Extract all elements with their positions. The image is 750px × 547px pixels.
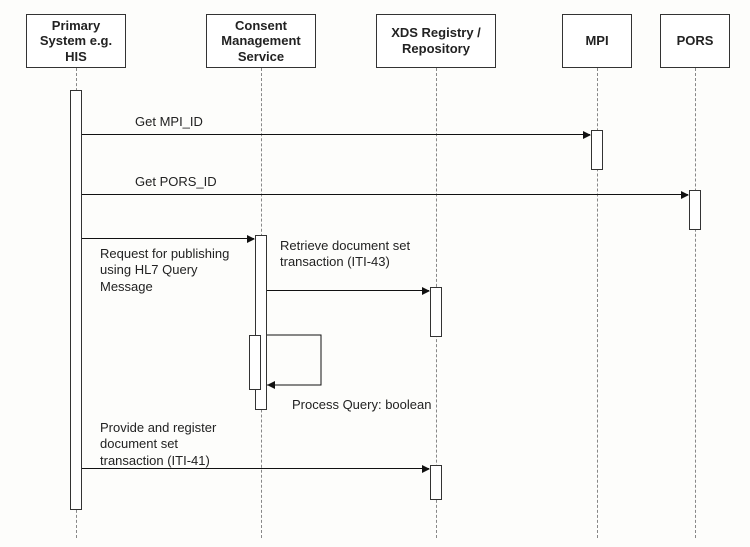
arrow-retrieve [267, 290, 429, 291]
actor-his-label: PrimarySystem e.g.HIS [40, 18, 112, 65]
actor-xds-label: XDS Registry /Repository [391, 25, 481, 56]
actor-mpi: MPI [562, 14, 632, 68]
activation-xds-1 [430, 287, 442, 337]
arrow-get-mpi [82, 134, 590, 135]
activation-pors [689, 190, 701, 230]
actor-xds: XDS Registry /Repository [376, 14, 496, 68]
actor-pors: PORS [660, 14, 730, 68]
lifeline-pors [695, 68, 696, 538]
label-publish: Request for publishingusing HL7 QueryMes… [100, 246, 250, 295]
sequence-diagram: PrimarySystem e.g.HIS ConsentManagementS… [0, 0, 750, 547]
arrow-provide [82, 468, 429, 469]
actor-mpi-label: MPI [585, 33, 608, 49]
label-process-query: Process Query: boolean [292, 397, 431, 413]
arrow-get-pors [82, 194, 688, 195]
arrow-publish [82, 238, 254, 239]
actor-cms: ConsentManagementService [206, 14, 316, 68]
activation-xds-2 [430, 465, 442, 500]
actor-cms-label: ConsentManagementService [221, 18, 300, 65]
arrow-self-call [261, 335, 331, 391]
actor-his: PrimarySystem e.g.HIS [26, 14, 126, 68]
label-retrieve: Retrieve document settransaction (ITI-43… [280, 238, 440, 271]
label-get-mpi: Get MPI_ID [135, 114, 203, 130]
label-provide: Provide and registerdocument settransact… [100, 420, 260, 469]
label-get-pors: Get PORS_ID [135, 174, 217, 190]
activation-his [70, 90, 82, 510]
activation-mpi [591, 130, 603, 170]
activation-cms-self [249, 335, 261, 390]
actor-pors-label: PORS [677, 33, 714, 49]
